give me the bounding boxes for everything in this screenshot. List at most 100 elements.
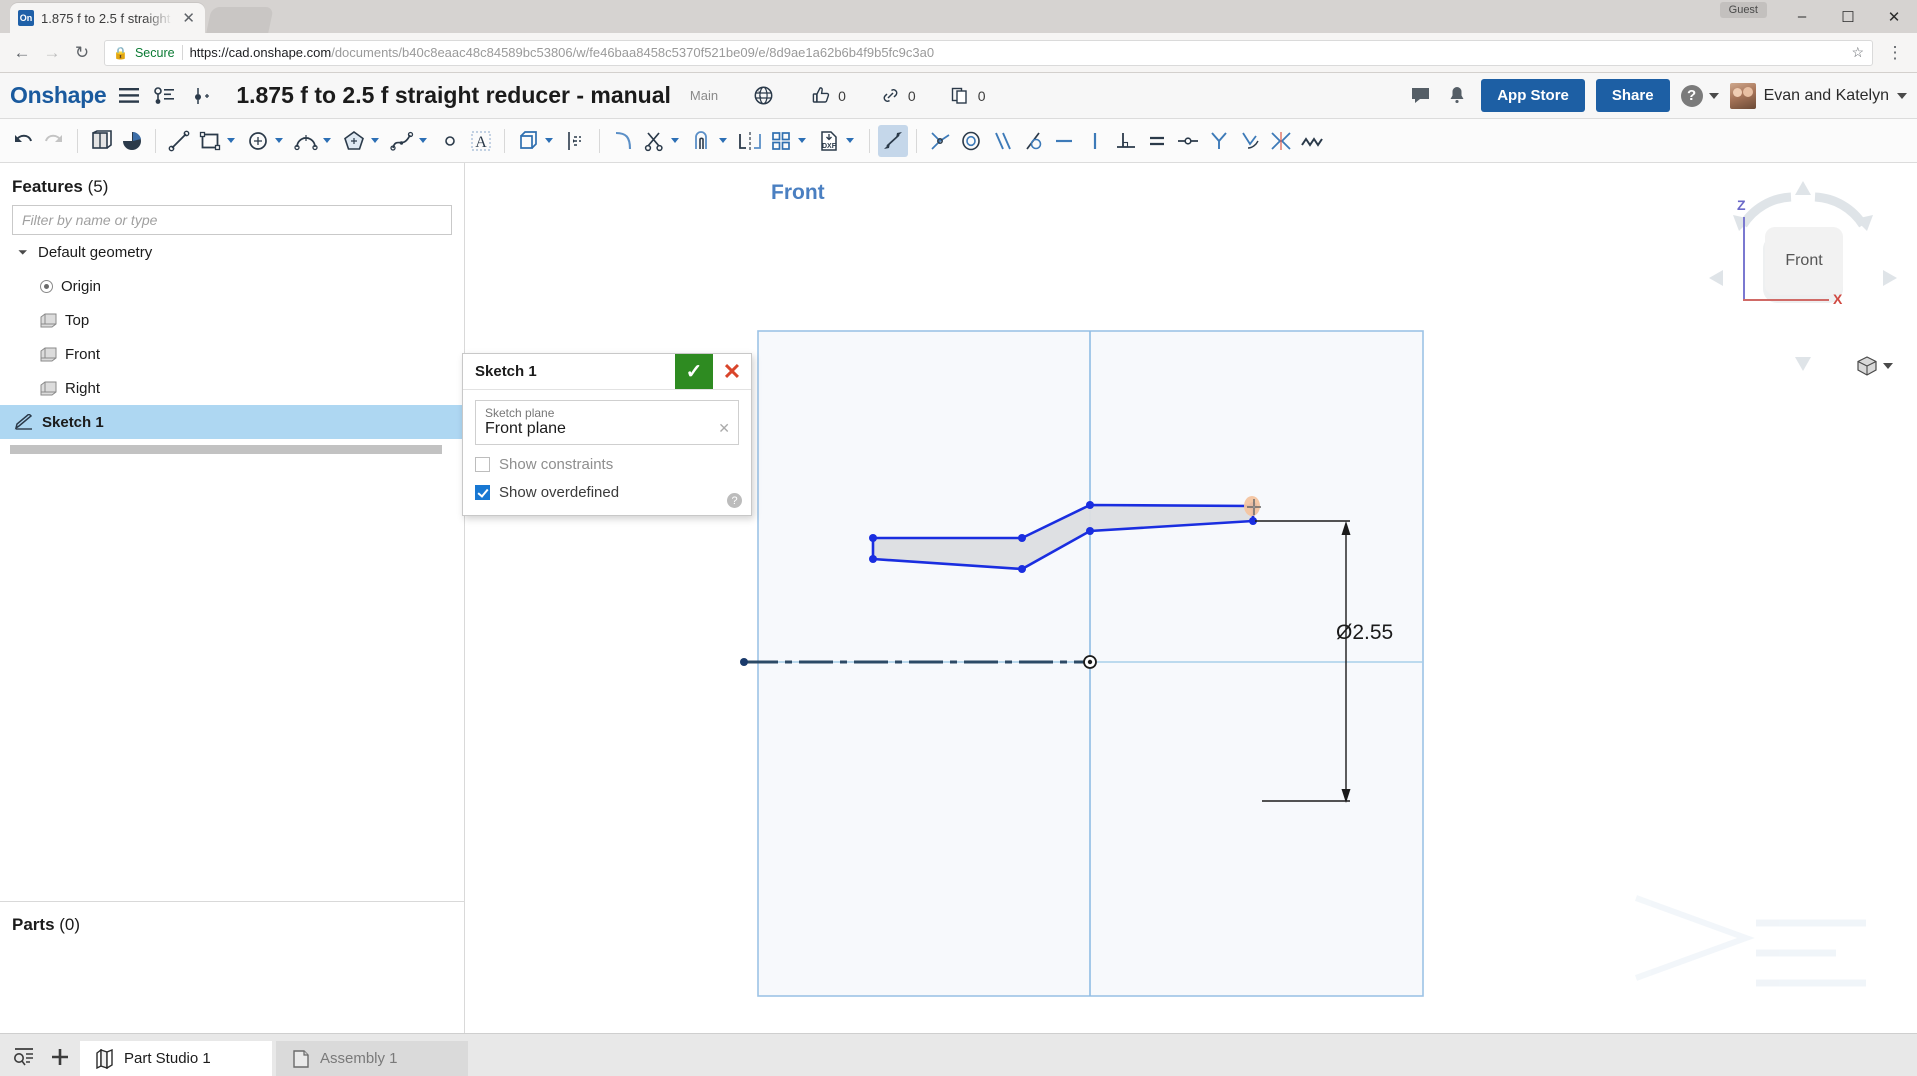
symmetric-constraint-icon[interactable] (1204, 125, 1234, 157)
close-icon[interactable]: ✕ (713, 354, 751, 389)
tree-item-front[interactable]: Front (0, 337, 464, 371)
show-overdefined-checkbox[interactable] (475, 485, 490, 500)
sketch-pie-icon[interactable] (117, 125, 147, 157)
view-style-menu[interactable] (1856, 355, 1893, 377)
window-close-icon[interactable]: ✕ (1871, 0, 1917, 33)
thumbs-up-icon[interactable] (808, 83, 834, 109)
check-icon[interactable]: ✓ (675, 354, 713, 389)
bell-icon[interactable] (1444, 83, 1470, 109)
view-cube-face-label[interactable]: Front (1765, 227, 1843, 295)
chevron-down-icon[interactable] (671, 138, 679, 143)
chevron-down-icon[interactable] (323, 138, 331, 143)
graphics-viewport[interactable]: Front Ø2.55 Front Z X (466, 163, 1917, 1033)
add-feature-icon[interactable] (188, 83, 214, 109)
redo-icon[interactable] (39, 125, 69, 157)
tree-item-right[interactable]: Right (0, 371, 464, 405)
comment-icon[interactable] (1407, 83, 1433, 109)
show-constraints-row[interactable]: Show constraints (475, 456, 739, 473)
tangent-constraint-icon[interactable] (1018, 125, 1048, 157)
browser-tab[interactable]: On 1.875 f to 2.5 f straight re ✕ (10, 3, 205, 33)
circle-tool-icon[interactable] (243, 125, 273, 157)
forward-icon[interactable]: → (38, 39, 66, 67)
extend-icon[interactable] (687, 125, 717, 157)
chevron-down-icon[interactable] (719, 138, 727, 143)
chevron-down-icon[interactable] (1883, 363, 1893, 369)
tree-group-default-geometry[interactable]: ⏷ Default geometry (0, 235, 464, 269)
chevron-down-icon[interactable] (227, 138, 235, 143)
links-group[interactable]: 0 (878, 83, 916, 109)
close-icon[interactable]: ✕ (180, 11, 197, 26)
chevron-down-icon[interactable] (371, 138, 379, 143)
view-cube[interactable]: Front Z X (1703, 175, 1903, 385)
undo-icon[interactable] (8, 125, 38, 157)
browser-menu-icon[interactable]: ⋮ (1881, 39, 1909, 67)
copy-icon[interactable] (948, 83, 974, 109)
help-icon[interactable]: ? (727, 493, 742, 508)
share-button[interactable]: Share (1595, 79, 1670, 112)
chevron-down-icon[interactable]: ⏷ (18, 245, 30, 260)
tab-part-studio-1[interactable]: Part Studio 1 (80, 1041, 272, 1076)
guest-profile-badge[interactable]: Guest (1719, 2, 1767, 18)
version-graph-icon[interactable] (152, 83, 178, 109)
chevron-down-icon[interactable] (1708, 92, 1719, 99)
maximize-icon[interactable]: ☐ (1825, 0, 1871, 33)
likes-group[interactable]: 0 (808, 83, 846, 109)
text-tool-icon[interactable]: A (466, 125, 496, 157)
filter-input[interactable]: Filter by name or type (12, 205, 452, 235)
use-projection-icon[interactable] (513, 125, 543, 157)
chevron-down-icon[interactable] (846, 138, 854, 143)
copies-group[interactable]: 0 (948, 83, 985, 109)
rollback-bar[interactable] (10, 445, 442, 454)
dimension-tool-icon[interactable] (878, 124, 908, 157)
vertical-constraint-icon[interactable] (1080, 125, 1110, 157)
midpoint-constraint-icon[interactable] (1173, 125, 1203, 157)
chevron-down-icon[interactable] (1897, 92, 1907, 99)
tab-filter-icon[interactable] (8, 1035, 40, 1076)
new-tab-button[interactable] (206, 7, 274, 33)
bookmark-star-icon[interactable]: ☆ (1851, 44, 1864, 61)
arc-tool-icon[interactable] (291, 125, 321, 157)
user-menu[interactable]: Evan and Katelyn (1729, 82, 1907, 109)
chevron-down-icon[interactable] (545, 138, 553, 143)
chevron-down-icon[interactable] (275, 138, 283, 143)
add-tab-icon[interactable] (44, 1035, 76, 1076)
help-menu[interactable]: ? (1680, 84, 1719, 107)
help-icon[interactable]: ? (1680, 84, 1703, 107)
show-overdefined-row[interactable]: Show overdefined (475, 484, 739, 501)
globe-icon[interactable] (750, 83, 776, 109)
chevron-down-icon[interactable] (419, 138, 427, 143)
curvature-constraint-icon[interactable] (1235, 125, 1265, 157)
trim-icon[interactable] (639, 125, 669, 157)
avatar[interactable] (1729, 82, 1756, 109)
tree-item-origin[interactable]: Origin (0, 269, 464, 303)
mirror-icon[interactable] (735, 125, 765, 157)
clear-icon[interactable]: ✕ (718, 420, 730, 437)
equal-constraint-icon[interactable] (1142, 125, 1172, 157)
back-icon[interactable]: ← (8, 39, 36, 67)
concentric-constraint-icon[interactable] (956, 125, 986, 157)
rectangle-tool-icon[interactable] (195, 125, 225, 157)
line-tool-icon[interactable] (164, 125, 194, 157)
import-dxf-icon[interactable]: DXF (814, 125, 844, 157)
horizontal-constraint-icon[interactable] (1049, 125, 1079, 157)
construction-icon[interactable] (1297, 125, 1327, 157)
pattern-icon[interactable] (766, 125, 796, 157)
minimize-icon[interactable]: – (1779, 0, 1825, 33)
hamburger-menu-icon[interactable] (116, 83, 142, 109)
spline-tool-icon[interactable] (387, 125, 417, 157)
offset-icon[interactable] (561, 125, 591, 157)
tree-item-top[interactable]: Top (0, 303, 464, 337)
tab-assembly-1[interactable]: Assembly 1 (276, 1041, 468, 1076)
copy-sketch-icon[interactable] (86, 125, 116, 157)
onshape-logo[interactable]: Onshape (10, 82, 107, 109)
sketch-plane-field[interactable]: Sketch plane Front plane ✕ (475, 400, 739, 445)
link-icon[interactable] (878, 83, 904, 109)
parallel-constraint-icon[interactable] (987, 125, 1017, 157)
point-tool-icon[interactable] (435, 125, 465, 157)
address-bar[interactable]: 🔒 Secure https://cad.onshape.com/documen… (104, 39, 1873, 66)
polygon-tool-icon[interactable] (339, 125, 369, 157)
chevron-down-icon[interactable] (798, 138, 806, 143)
reload-icon[interactable]: ↻ (68, 39, 96, 67)
coincident-constraint-icon[interactable] (925, 125, 955, 157)
branch-label[interactable]: Main (690, 88, 718, 103)
